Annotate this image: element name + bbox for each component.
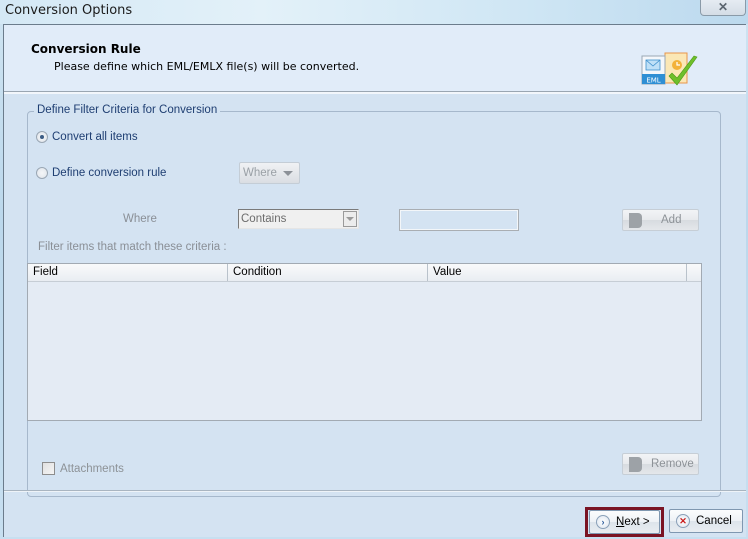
column-header-field[interactable]: Field bbox=[28, 264, 228, 281]
column-header-filler bbox=[687, 264, 701, 281]
remove-button-label: Remove bbox=[651, 458, 694, 470]
next-button[interactable]: › Next > bbox=[589, 510, 660, 534]
criteria-label: Filter items that match these criteria : bbox=[38, 241, 227, 253]
table-header: Field Condition Value bbox=[28, 264, 701, 282]
cancel-button-label: Cancel bbox=[696, 515, 732, 527]
eml-badge-text: EML bbox=[646, 77, 660, 85]
header-panel: Conversion Rule Please define which EML/… bbox=[4, 25, 746, 94]
value-input[interactable] bbox=[399, 209, 519, 231]
window-title: Conversion Options bbox=[5, 3, 133, 18]
radio-unchecked-icon[interactable] bbox=[36, 167, 48, 179]
add-document-icon bbox=[629, 213, 642, 228]
criteria-table[interactable]: Field Condition Value bbox=[27, 263, 702, 421]
page-subtitle: Please define which EML/EMLX file(s) wil… bbox=[54, 60, 360, 73]
chevron-down-icon bbox=[282, 170, 293, 176]
column-header-condition[interactable]: Condition bbox=[228, 264, 428, 281]
define-rule-label: Define conversion rule bbox=[52, 167, 167, 179]
combo-dropdown-arrow[interactable] bbox=[343, 211, 357, 227]
group-legend: Define Filter Criteria for Conversion bbox=[34, 104, 221, 116]
cancel-x-icon: ✕ bbox=[676, 514, 690, 528]
chevron-down-icon bbox=[346, 217, 354, 221]
define-rule-radio[interactable]: Define conversion rule bbox=[36, 167, 166, 179]
attachments-checkbox[interactable]: Attachments bbox=[42, 462, 124, 475]
add-button[interactable]: Add bbox=[622, 209, 699, 231]
column-header-value[interactable]: Value bbox=[428, 264, 687, 281]
convert-all-label: Convert all items bbox=[52, 131, 138, 143]
where-dropdown-label: Where bbox=[243, 167, 277, 179]
close-x-icon: ✕ bbox=[717, 0, 729, 14]
title-bar: Conversion Options ✕ bbox=[0, 0, 748, 24]
remove-button[interactable]: Remove bbox=[622, 453, 699, 475]
eml-conversion-check-icon: EML bbox=[641, 52, 698, 86]
close-button[interactable]: ✕ bbox=[700, 0, 746, 16]
page-title: Conversion Rule bbox=[31, 42, 141, 56]
add-button-label: Add bbox=[661, 214, 682, 226]
attachments-label: Attachments bbox=[60, 462, 124, 475]
condition-combo[interactable]: Contains bbox=[238, 209, 359, 229]
arrow-right-icon: › bbox=[596, 515, 610, 529]
convert-all-radio[interactable]: Convert all items bbox=[36, 131, 138, 143]
condition-combo-value: Contains bbox=[241, 213, 287, 225]
checkbox-icon[interactable] bbox=[42, 462, 55, 475]
radio-checked-icon[interactable] bbox=[36, 131, 48, 143]
dialog-client: Conversion Rule Please define which EML/… bbox=[3, 24, 746, 537]
footer-separator bbox=[4, 490, 746, 492]
cancel-button[interactable]: ✕ Cancel bbox=[669, 509, 743, 533]
next-button-label: Next > bbox=[616, 516, 650, 528]
where-dropdown[interactable]: Where bbox=[239, 162, 300, 184]
where-label: Where bbox=[123, 213, 157, 225]
remove-document-icon bbox=[629, 457, 642, 472]
